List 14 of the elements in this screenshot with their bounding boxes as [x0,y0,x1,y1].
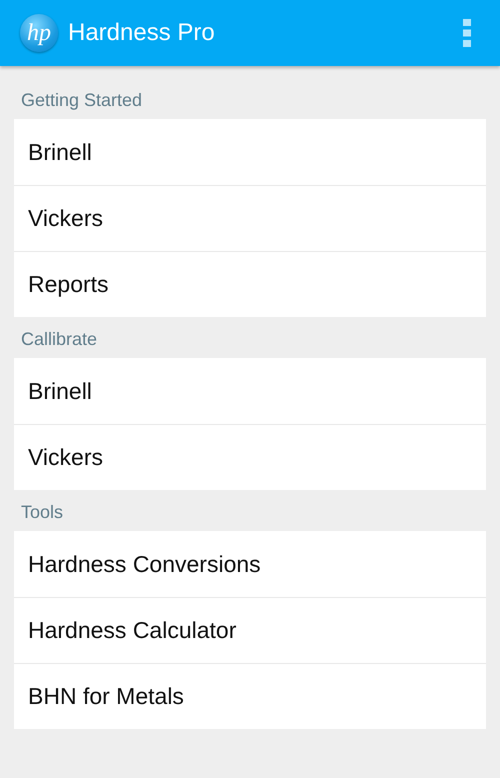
overflow-menu-icon[interactable] [462,19,472,47]
list-item[interactable]: Reports [14,251,486,317]
list-item[interactable]: Vickers [14,424,486,490]
list-item[interactable]: Vickers [14,185,486,251]
section-header: Tools [20,501,64,524]
list-item[interactable]: BHN for Metals [14,663,486,729]
list-item[interactable]: Hardness Calculator [14,597,486,663]
list-item[interactable]: Brinell [14,119,486,185]
app-logo: hp [20,14,58,52]
section-header: Getting Started [20,89,144,112]
section-header: Callibrate [20,328,98,351]
list-item[interactable]: Brinell [14,358,486,424]
list-item[interactable]: Hardness Conversions [14,531,486,597]
app-title: Hardness Pro [68,19,216,47]
